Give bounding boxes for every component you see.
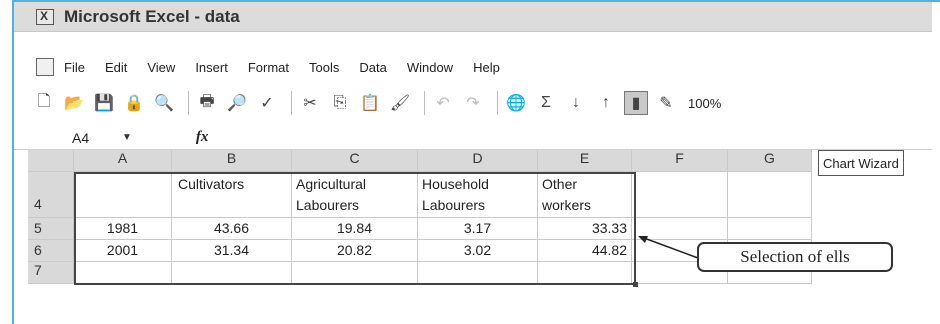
column-header-d[interactable]: D [418,150,538,172]
cell-a5[interactable]: 1981 [74,218,172,240]
toolbar-separator [497,91,498,115]
menu-window[interactable]: Window [407,60,453,75]
autosum-icon[interactable]: Σ [534,91,558,115]
menu-tools[interactable]: Tools [309,60,339,75]
select-all-corner[interactable] [28,150,74,172]
cell-b7[interactable] [172,262,292,284]
row-header-5[interactable]: 5 [28,218,74,240]
cell-b5[interactable]: 43.66 [172,218,292,240]
menu-file[interactable]: File [64,60,85,75]
toolbar-separator [188,91,189,115]
cell-e7[interactable] [538,262,632,284]
fill-handle[interactable] [633,282,638,287]
title-bar: Microsoft Excel - data [14,2,932,32]
cut-icon[interactable]: ✂ [298,91,322,115]
table-row: 4 Cultivators Agricultural Labourers Hou… [28,172,812,218]
chart-wizard-tooltip: Chart Wizard [818,150,904,176]
column-header-e[interactable]: E [538,150,632,172]
save-icon[interactable]: 💾 [92,91,116,115]
cell-d4[interactable]: Household Labourers [418,172,538,218]
cell-c7[interactable] [292,262,418,284]
callout-arrow [638,236,699,259]
cell-c4[interactable]: Agricultural Labourers [292,172,418,218]
cell-f4[interactable] [632,172,728,218]
cell-d5[interactable]: 3.17 [418,218,538,240]
cell-e5[interactable]: 33.33 [538,218,632,240]
selection-callout: Selection of ells [697,242,893,272]
toolbar-separator [424,91,425,115]
cell-g5[interactable] [728,218,812,240]
print-icon[interactable]: 🖶 [195,91,219,115]
menu-view[interactable]: View [147,60,175,75]
menu-data[interactable]: Data [359,60,386,75]
paste-icon[interactable]: 📋 [358,91,382,115]
row-header-4[interactable]: 4 [28,172,74,218]
menu-help[interactable]: Help [473,60,500,75]
print-preview-icon[interactable]: 🔎 [225,91,249,115]
standard-toolbar: 🗋 📂 💾 🔒 🔍 🖶 🔎 ✓ ✂ ⎘ 📋 🖌 ↶ ↷ 🌐 Σ ↓ ↑ ▮ ✎ … [14,86,932,120]
chart-wizard-icon[interactable]: ▮ [624,91,648,115]
row-header-6[interactable]: 6 [28,240,74,262]
menu-edit[interactable]: Edit [105,60,127,75]
cell-d7[interactable] [418,262,538,284]
permission-icon[interactable]: 🔒 [122,91,146,115]
new-icon[interactable]: 🗋 [32,91,56,115]
column-header-a[interactable]: A [74,150,172,172]
cell-a6[interactable]: 2001 [74,240,172,262]
format-painter-icon[interactable]: 🖌 [388,91,412,115]
insert-function-icon[interactable]: fx [196,129,209,146]
excel-icon [36,8,54,25]
cell-g4[interactable] [728,172,812,218]
zoom-box[interactable]: 100% [688,96,721,111]
cell-e6[interactable]: 44.82 [538,240,632,262]
cell-a4[interactable] [74,172,172,218]
column-header-f[interactable]: F [632,150,728,172]
cell-e4[interactable]: Other workers [538,172,632,218]
column-header-b[interactable]: B [172,150,292,172]
row-header-7[interactable]: 7 [28,262,74,284]
column-header-c[interactable]: C [292,150,418,172]
chevron-down-icon[interactable]: ▼ [122,132,132,143]
window-title: Microsoft Excel - data [64,6,240,26]
column-header-g[interactable]: G [728,150,812,172]
copy-icon[interactable]: ⎘ [328,91,352,115]
redo-icon[interactable]: ↷ [461,91,485,115]
drawing-icon[interactable]: ✎ [654,91,678,115]
column-header-row: A B C D E F G [28,150,812,172]
undo-icon[interactable]: ↶ [431,91,455,115]
cell-a7[interactable] [74,262,172,284]
cell-b6[interactable]: 31.34 [172,240,292,262]
formula-bar: A4 ▼ fx [14,126,932,150]
workbook-icon[interactable] [36,58,54,76]
menu-format[interactable]: Format [248,60,289,75]
cell-c6[interactable]: 20.82 [292,240,418,262]
sort-descending-icon[interactable]: ↑ [594,91,618,115]
sort-ascending-icon[interactable]: ↓ [564,91,588,115]
cell-c5[interactable]: 19.84 [292,218,418,240]
toolbar-separator [291,91,292,115]
spelling-icon[interactable]: ✓ [255,91,279,115]
research-icon[interactable]: 🔍 [152,91,176,115]
cell-b4[interactable]: Cultivators [172,172,292,218]
name-box[interactable]: A4 [14,130,94,146]
menu-insert[interactable]: Insert [195,60,228,75]
open-icon[interactable]: 📂 [62,91,86,115]
cell-d6[interactable]: 3.02 [418,240,538,262]
menu-bar: File Edit View Insert Format Tools Data … [14,53,932,81]
hyperlink-icon[interactable]: 🌐 [504,91,528,115]
